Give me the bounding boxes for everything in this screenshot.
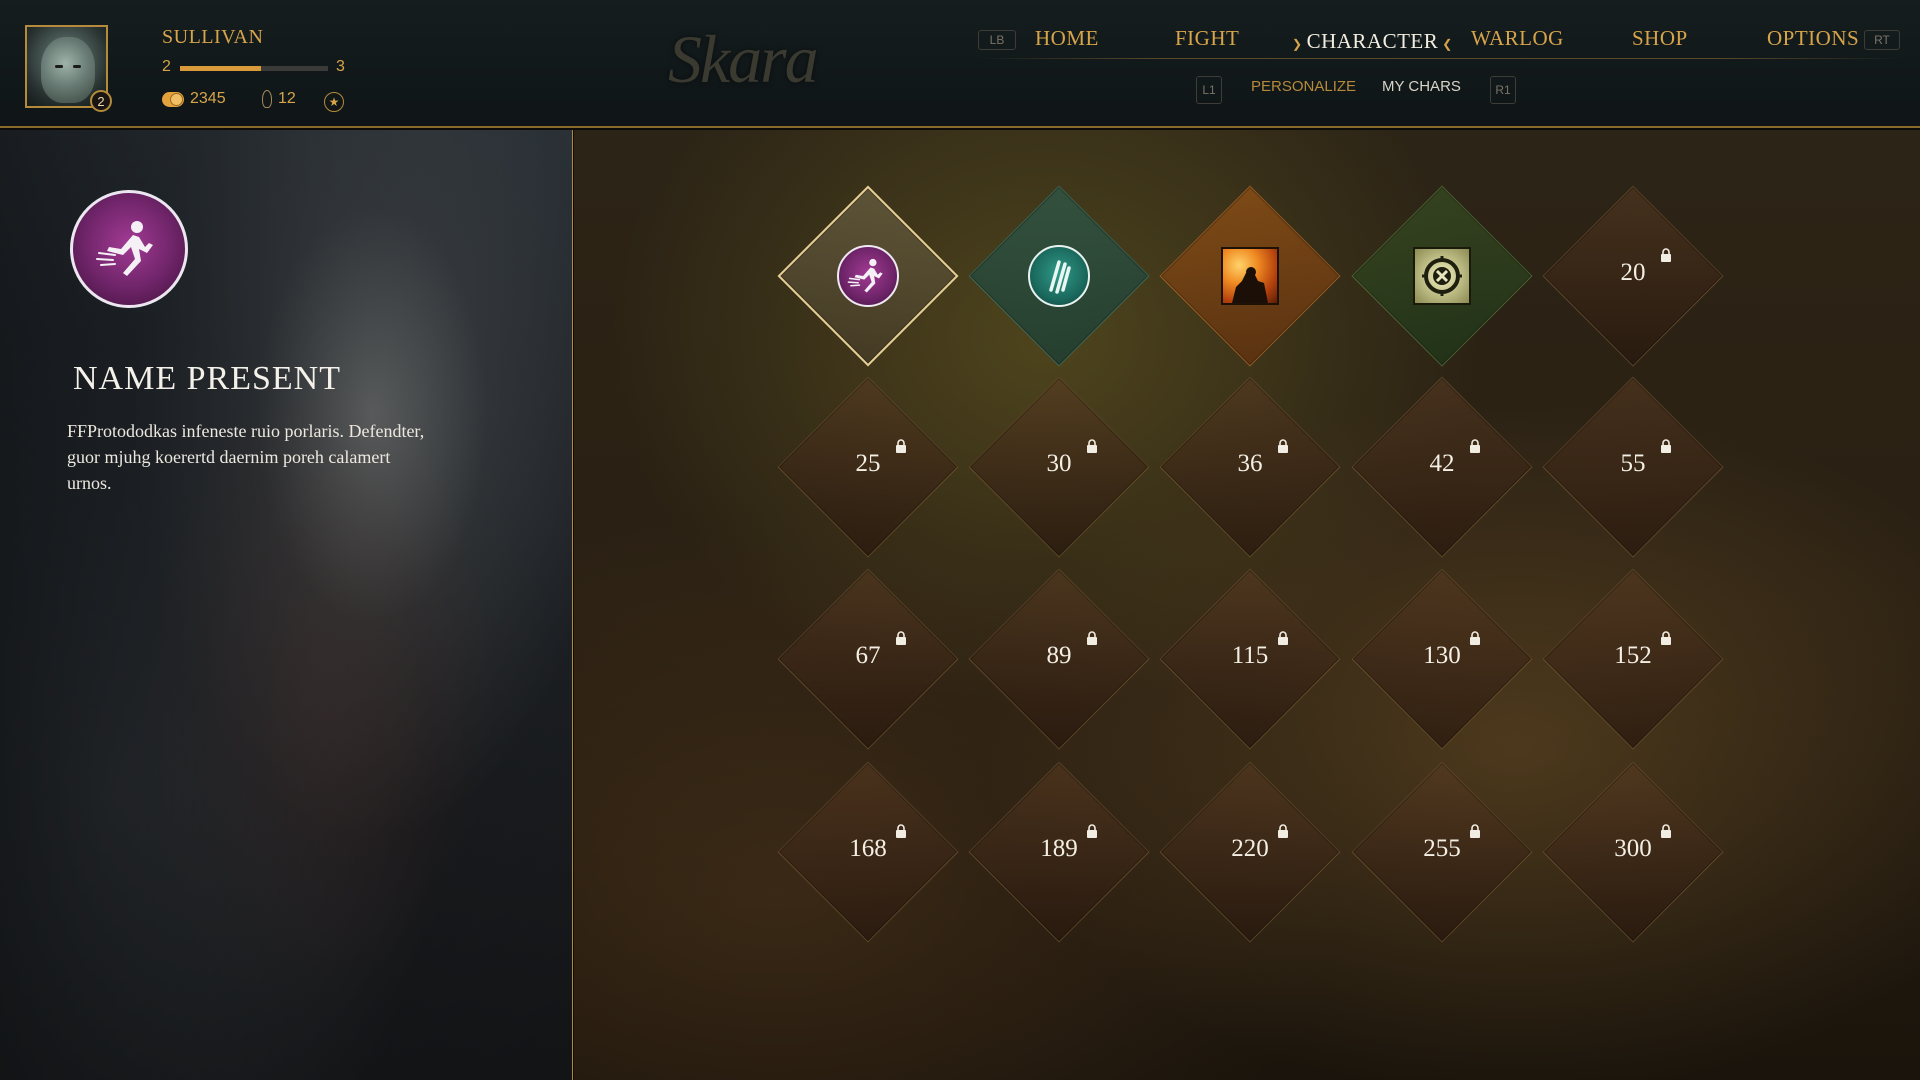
player-name: SULLIVAN — [162, 26, 264, 48]
coin-icon — [162, 91, 184, 107]
lock-icon — [1660, 631, 1672, 645]
unlock-level-label: 42 — [1429, 450, 1455, 477]
unlock-level-label: 220 — [1231, 835, 1269, 862]
unlock-level-label: 300 — [1614, 835, 1652, 862]
lock-icon — [1469, 824, 1481, 838]
unlock-level-label: 89 — [1046, 642, 1072, 669]
lock-icon — [895, 439, 907, 453]
coin-balance: 2345 — [162, 90, 226, 108]
dash-runner-icon — [836, 244, 900, 308]
ability-icon-frame — [837, 245, 899, 307]
subnav-personalize[interactable]: PERSONALIZE — [1251, 78, 1356, 95]
lock-icon — [1660, 824, 1672, 838]
nav-divider — [975, 58, 1905, 59]
gem-amount: 12 — [278, 90, 296, 107]
r1-hint-button[interactable]: R1 — [1490, 76, 1516, 104]
unlock-level-label: 25 — [855, 450, 881, 477]
top-bar: 2 SULLIVAN 2 3 2345 12 ★ Skara LB HOME F… — [0, 0, 1920, 128]
xp-progress-bar — [180, 66, 328, 71]
avatar-level-badge: 2 — [90, 90, 112, 112]
nav-fight[interactable]: FIGHT — [1175, 26, 1239, 51]
unlock-level-label: 30 — [1046, 450, 1072, 477]
lock-icon — [1660, 439, 1672, 453]
unlock-level-label: 130 — [1423, 642, 1461, 669]
unlock-level-label: 168 — [849, 835, 887, 862]
nav-options[interactable]: OPTIONS — [1767, 26, 1859, 51]
coin-amount: 2345 — [190, 90, 226, 107]
nav-warlog[interactable]: WARLOG — [1471, 26, 1564, 51]
lock-icon — [1086, 631, 1098, 645]
unlock-level-label: 36 — [1237, 450, 1263, 477]
lock-icon — [1277, 631, 1289, 645]
lock-icon — [1660, 248, 1672, 262]
ability-icon-frame — [1028, 245, 1090, 307]
lock-icon — [895, 631, 907, 645]
lock-icon — [1086, 824, 1098, 838]
lock-icon — [1469, 631, 1481, 645]
rt-hint-button[interactable]: RT — [1864, 30, 1900, 50]
nav-character-label: CHARACTER — [1306, 29, 1439, 53]
arrow-right-icon: ❯ — [1292, 37, 1303, 51]
avatar-eye — [73, 65, 81, 68]
arrow-left-icon: ❮ — [1442, 37, 1453, 51]
ability-icon-frame — [1413, 247, 1471, 305]
lock-icon — [895, 824, 907, 838]
claw-slash-icon — [1027, 244, 1091, 308]
lock-icon — [1086, 439, 1098, 453]
lock-icon — [1469, 439, 1481, 453]
subnav-my-chars[interactable]: MY CHARS — [1382, 78, 1461, 95]
star-icon[interactable]: ★ — [324, 92, 344, 112]
selected-ability-icon — [70, 190, 188, 308]
dash-runner-icon — [96, 221, 153, 276]
unlock-level-label: 67 — [855, 642, 881, 669]
app-root: 2 SULLIVAN 2 3 2345 12 ★ Skara LB HOME F… — [0, 0, 1920, 1080]
avatar-face — [41, 37, 95, 103]
gem-balance: 12 — [262, 90, 296, 108]
ability-icon-frame — [1221, 247, 1279, 305]
unlock-level-label: 20 — [1620, 259, 1646, 286]
ability-detail-panel: NAME PRESENT FFProtododkas infeneste rui… — [0, 130, 573, 1080]
l1-hint-button[interactable]: L1 — [1196, 76, 1222, 104]
unlock-level-label: 55 — [1620, 450, 1646, 477]
unlock-grid: 20 25 30 36 42 55 67 89 115 130 152 168 189 220 255 300 — [574, 130, 1920, 1080]
unlock-level-label: 152 — [1614, 642, 1652, 669]
fire-warrior-icon — [1218, 244, 1282, 308]
target-cross-icon — [1410, 244, 1474, 308]
xp-progress-fill — [180, 66, 262, 71]
unlock-level-label: 115 — [1231, 642, 1269, 669]
gem-icon — [262, 90, 272, 108]
unlock-level-label: 255 — [1423, 835, 1461, 862]
avatar-eye — [55, 65, 63, 68]
level-next: 3 — [336, 58, 345, 75]
nav-shop[interactable]: SHOP — [1632, 26, 1688, 51]
ability-description: FFProtododkas infeneste ruio porlaris. D… — [67, 421, 425, 493]
lb-hint-button[interactable]: LB — [978, 30, 1016, 50]
nav-character[interactable]: ❯ CHARACTER ❮ — [1288, 29, 1457, 54]
level-current: 2 — [162, 58, 171, 75]
nav-home[interactable]: HOME — [1035, 26, 1099, 51]
game-logo: Skara — [668, 21, 819, 97]
unlock-level-label: 189 — [1040, 835, 1078, 862]
lock-icon — [1277, 439, 1289, 453]
ability-title: NAME PRESENT — [73, 360, 341, 397]
lock-icon — [1277, 824, 1289, 838]
